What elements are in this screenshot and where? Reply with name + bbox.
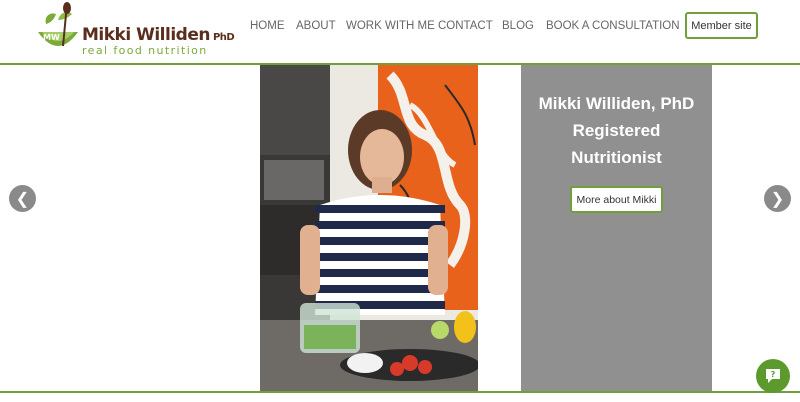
- hero-title-line-1: Mikki Williden, PhD: [538, 94, 695, 113]
- nav-home[interactable]: HOME: [250, 20, 285, 32]
- hero-title-line-2: Registered: [572, 121, 661, 140]
- hero-title-line-3: Nutritionist: [571, 148, 662, 167]
- logo-monogram: MW: [43, 33, 60, 42]
- hero-panel: Mikki Williden, PhD Registered Nutrition…: [521, 65, 712, 391]
- brand-name: Mikki Williden PhD: [82, 25, 235, 45]
- footer-divider: [0, 391, 800, 393]
- logo-bowl-icon: MW: [38, 2, 78, 46]
- hero-photo-illustration: [260, 65, 478, 391]
- brand-tagline: real food nutrition: [82, 44, 208, 57]
- hero-title: Mikki Williden, PhD Registered Nutrition…: [521, 90, 712, 171]
- chat-button[interactable]: ?: [756, 359, 790, 393]
- hero-photo: [260, 65, 478, 391]
- brand-suffix: PhD: [212, 32, 235, 43]
- nav-contact[interactable]: CONTACT: [438, 20, 493, 32]
- brand-name-text: Mikki Williden: [82, 25, 210, 45]
- chat-icon: ?: [766, 369, 780, 383]
- svg-text:?: ?: [771, 370, 776, 379]
- member-site-button[interactable]: Member site: [685, 12, 758, 39]
- logo[interactable]: MW Mikki Williden PhD real food nutrition: [36, 2, 235, 58]
- nav-blog[interactable]: BLOG: [502, 20, 534, 32]
- site-header: MW Mikki Williden PhD real food nutrition…: [0, 0, 800, 64]
- nav-about[interactable]: ABOUT: [296, 20, 336, 32]
- chevron-left-icon[interactable]: ❮: [9, 185, 36, 212]
- nav-book-consultation[interactable]: BOOK A CONSULTATION: [546, 20, 680, 32]
- chevron-right-icon[interactable]: ❯: [764, 185, 791, 212]
- nav-work-with-me[interactable]: WORK WITH ME: [346, 20, 435, 32]
- more-about-button[interactable]: More about Mikki: [570, 186, 663, 213]
